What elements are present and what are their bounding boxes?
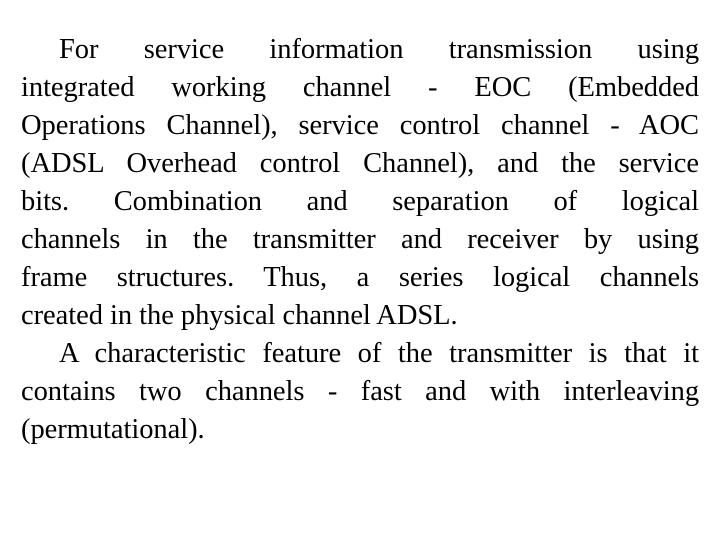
text-line: frame structures. Thus, a series logical… xyxy=(21,259,699,297)
text-line: bits. Combination and separation of logi… xyxy=(21,183,699,221)
paragraph-2: A characteristic feature of the transmit… xyxy=(21,335,699,449)
text-line: (ADSL Overhead control Channel), and the… xyxy=(21,145,699,183)
text-line-content: integrated working channel - EOC (Embedd… xyxy=(21,72,699,103)
text-line-content: channels in the transmitter and receiver… xyxy=(21,224,700,255)
text-line-content: For service information transmission usi… xyxy=(59,34,700,65)
text-line-content: Operations Channel), service control cha… xyxy=(21,110,699,141)
text-line: integrated working channel - EOC (Embedd… xyxy=(21,69,699,107)
text-line-content: bits. Combination and separation of logi… xyxy=(21,186,699,217)
text-line-content: contains two channels - fast and with in… xyxy=(21,376,700,407)
slide-canvas: For service information transmission usi… xyxy=(0,0,720,540)
text-line-content: (ADSL Overhead control Channel), and the… xyxy=(21,148,699,179)
text-line: contains two channels - fast and with in… xyxy=(21,373,699,411)
text-line-content: A characteristic feature of the transmit… xyxy=(59,338,700,369)
text-line: Operations Channel), service control cha… xyxy=(21,107,699,145)
text-line-content: (permutational). xyxy=(21,414,205,445)
text-line: created in the physical channel ADSL. xyxy=(21,297,699,335)
text-line-content: frame structures. Thus, a series logical… xyxy=(21,262,700,293)
text-line: channels in the transmitter and receiver… xyxy=(21,221,699,259)
text-line: (permutational). xyxy=(21,411,699,449)
slide-text-body: For service information transmission usi… xyxy=(21,31,699,449)
text-line: For service information transmission usi… xyxy=(21,31,699,69)
text-line: A characteristic feature of the transmit… xyxy=(21,335,699,373)
paragraph-1: For service information transmission usi… xyxy=(21,31,699,335)
text-line-content: created in the physical channel ADSL. xyxy=(21,300,458,331)
